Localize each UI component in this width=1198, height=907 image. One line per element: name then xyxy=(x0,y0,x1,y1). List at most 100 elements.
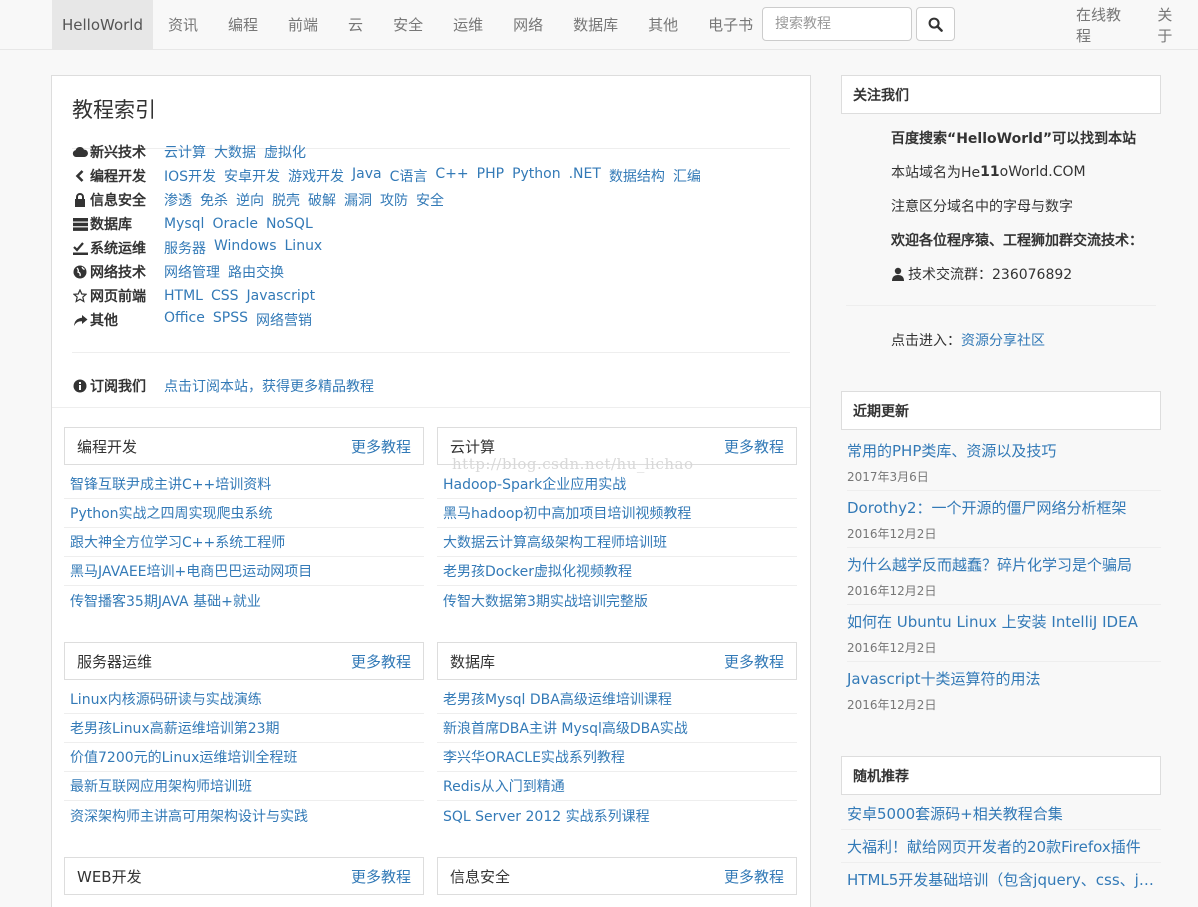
search-button[interactable] xyxy=(916,7,955,41)
nav-item-frontend[interactable]: 前端 xyxy=(273,0,333,49)
category-row: 新兴技术 云计算 大数据 虚拟化 xyxy=(72,140,790,164)
update-date: 2017年3月6日 xyxy=(847,466,1161,491)
course-item[interactable]: SQL Server 2012 实战系列课程 xyxy=(437,801,797,830)
nav-item-ebook[interactable]: 电子书 xyxy=(693,0,768,49)
course-item[interactable]: 价值7200元的Linux运维培训全程班 xyxy=(64,743,424,772)
course-item[interactable]: 最新互联网应用架构师培训班 xyxy=(64,772,424,801)
category-link[interactable]: 渗透 xyxy=(164,190,192,210)
more-link[interactable]: 更多教程 xyxy=(351,651,411,672)
course-item[interactable]: 跟大神全方位学习C++系统工程师 xyxy=(64,528,424,557)
section-title: 近期更新 xyxy=(841,391,1161,430)
course-item[interactable]: 老男孩Docker虚拟化视频教程 xyxy=(437,557,797,586)
category-link[interactable]: C语言 xyxy=(390,166,428,186)
search-input[interactable] xyxy=(762,7,912,41)
course-item[interactable]: 李兴华ORACLE实战系列教程 xyxy=(437,743,797,772)
nav-item-news[interactable]: 资讯 xyxy=(153,0,213,49)
category-link[interactable]: SPSS xyxy=(213,310,248,330)
more-link[interactable]: 更多教程 xyxy=(351,436,411,457)
category-link[interactable]: Office xyxy=(164,310,205,330)
category-link[interactable]: 网络营销 xyxy=(256,310,312,330)
course-item[interactable]: Hadoop-Spark企业应用实战 xyxy=(437,470,797,499)
category-link[interactable]: Windows xyxy=(214,238,277,258)
right-nav: 在线教程 关于 xyxy=(1061,0,1198,49)
category-link[interactable]: 脱壳 xyxy=(272,190,300,210)
category-link[interactable]: Linux xyxy=(285,238,323,258)
nav-item-programming[interactable]: 编程 xyxy=(213,0,273,49)
category-link[interactable]: 逆向 xyxy=(236,190,264,210)
category-link[interactable]: IOS开发 xyxy=(164,166,216,186)
list-item[interactable]: 安卓5000套源码+相关教程合集 xyxy=(841,797,1161,830)
category-link[interactable]: 大数据 xyxy=(214,142,256,162)
category-link[interactable]: Oracle xyxy=(212,216,258,232)
course-item[interactable]: Linux内核源码研读与实战演练 xyxy=(64,685,424,714)
card-title: 数据库 xyxy=(450,652,496,671)
category-link[interactable]: Javascript xyxy=(247,288,316,304)
category-link[interactable]: 安全 xyxy=(416,190,444,210)
category-link[interactable]: 服务器 xyxy=(164,238,206,258)
card-title: 信息安全 xyxy=(450,867,511,886)
nav-item-online-tutorials[interactable]: 在线教程 xyxy=(1061,0,1142,49)
nav-item-security[interactable]: 安全 xyxy=(378,0,438,49)
subscribe-link[interactable]: 点击订阅本站，获得更多精品教程 xyxy=(164,376,374,396)
group-number: 技术交流群：236076892 xyxy=(908,267,1073,283)
nav-item-cloud[interactable]: 云 xyxy=(333,0,378,49)
nav-item-network[interactable]: 网络 xyxy=(498,0,558,49)
more-link[interactable]: 更多教程 xyxy=(724,866,784,887)
recent-updates-box: 近期更新 常用的PHP类库、资源以及技巧 2017年3月6日 Dorothy2：… xyxy=(841,391,1161,719)
category-link[interactable]: Mysql xyxy=(164,216,204,232)
course-item[interactable]: 资深架构师主讲高可用架构设计与实践 xyxy=(64,801,424,830)
database-icon xyxy=(72,217,88,231)
category-link[interactable]: 漏洞 xyxy=(344,190,372,210)
course-item[interactable]: 大数据云计算高级架构工程师培训班 xyxy=(437,528,797,557)
course-item[interactable]: 智锋互联尹成主讲C++培训资料 xyxy=(64,470,424,499)
course-item[interactable]: 老男孩Mysql DBA高级运维培训课程 xyxy=(437,685,797,714)
category-name: 数据库 xyxy=(90,217,132,233)
category-link[interactable]: 数据结构 xyxy=(609,166,665,186)
update-link[interactable]: 常用的PHP类库、资源以及技巧 xyxy=(847,434,1161,466)
random-recommend-box: 随机推荐 安卓5000套源码+相关教程合集 大福利！献给网页开发者的20款Fir… xyxy=(841,756,1161,896)
category-link[interactable]: 破解 xyxy=(308,190,336,210)
subscribe-label: 订阅我们 xyxy=(90,379,146,395)
category-link[interactable]: 免杀 xyxy=(200,190,228,210)
category-link[interactable]: 汇编 xyxy=(673,166,701,186)
category-link[interactable]: 攻防 xyxy=(380,190,408,210)
nav-item-about[interactable]: 关于 xyxy=(1142,0,1198,49)
brand-link[interactable]: HelloWorld xyxy=(52,0,153,49)
category-link[interactable]: 虚拟化 xyxy=(264,142,306,162)
update-link[interactable]: Javascript十类运算符的用法 xyxy=(847,662,1161,694)
course-item[interactable]: 老男孩Linux高薪运维培训第23期 xyxy=(64,714,424,743)
course-item[interactable]: Redis从入门到精通 xyxy=(437,772,797,801)
category-link[interactable]: 路由交换 xyxy=(228,262,284,282)
category-link[interactable]: .NET xyxy=(569,166,601,186)
update-link[interactable]: Dorothy2：一个开源的僵尸网络分析框架 xyxy=(847,491,1161,523)
course-item[interactable]: 黑马hadoop初中高加项目培训视频教程 xyxy=(437,499,797,528)
more-link[interactable]: 更多教程 xyxy=(351,866,411,887)
course-item[interactable]: Python实战之四周实现爬虫系统 xyxy=(64,499,424,528)
category-link[interactable]: C++ xyxy=(435,166,468,186)
category-link[interactable]: HTML xyxy=(164,288,203,304)
category-link[interactable]: Python xyxy=(512,166,561,186)
more-link[interactable]: 更多教程 xyxy=(724,651,784,672)
category-link[interactable]: 网络管理 xyxy=(164,262,220,282)
more-link[interactable]: 更多教程 xyxy=(724,436,784,457)
category-link[interactable]: 游戏开发 xyxy=(288,166,344,186)
category-link[interactable]: PHP xyxy=(477,166,504,186)
category-link[interactable]: 云计算 xyxy=(164,142,206,162)
category-link[interactable]: CSS xyxy=(211,288,239,304)
course-item[interactable]: 传智播客35期JAVA 基础+就业 xyxy=(64,586,424,615)
list-item[interactable]: HTML5开发基础培训（包含jquery、css、javascript xyxy=(841,863,1161,896)
nav-item-ops[interactable]: 运维 xyxy=(438,0,498,49)
nav-item-database[interactable]: 数据库 xyxy=(558,0,633,49)
update-link[interactable]: 如何在 Ubuntu Linux 上安装 IntelliJ IDEA xyxy=(847,605,1161,637)
nav-item-other[interactable]: 其他 xyxy=(633,0,693,49)
category-link[interactable]: Java xyxy=(352,166,382,186)
category-link[interactable]: 安卓开发 xyxy=(224,166,280,186)
course-item[interactable]: 传智大数据第3期实战培训完整版 xyxy=(437,586,797,615)
course-item[interactable]: 黑马JAVAEE培训+电商巴巴运动网项目 xyxy=(64,557,424,586)
category-row: 其他 Office SPSS 网络营销 xyxy=(72,308,790,332)
course-item[interactable]: 新浪首席DBA主讲 Mysql高级DBA实战 xyxy=(437,714,797,743)
category-link[interactable]: NoSQL xyxy=(266,216,313,232)
update-link[interactable]: 为什么越学反而越蠢？碎片化学习是个骗局 xyxy=(847,548,1161,580)
list-item[interactable]: 大福利！献给网页开发者的20款Firefox插件 xyxy=(841,830,1161,863)
community-link[interactable]: 资源分享社区 xyxy=(961,330,1045,350)
